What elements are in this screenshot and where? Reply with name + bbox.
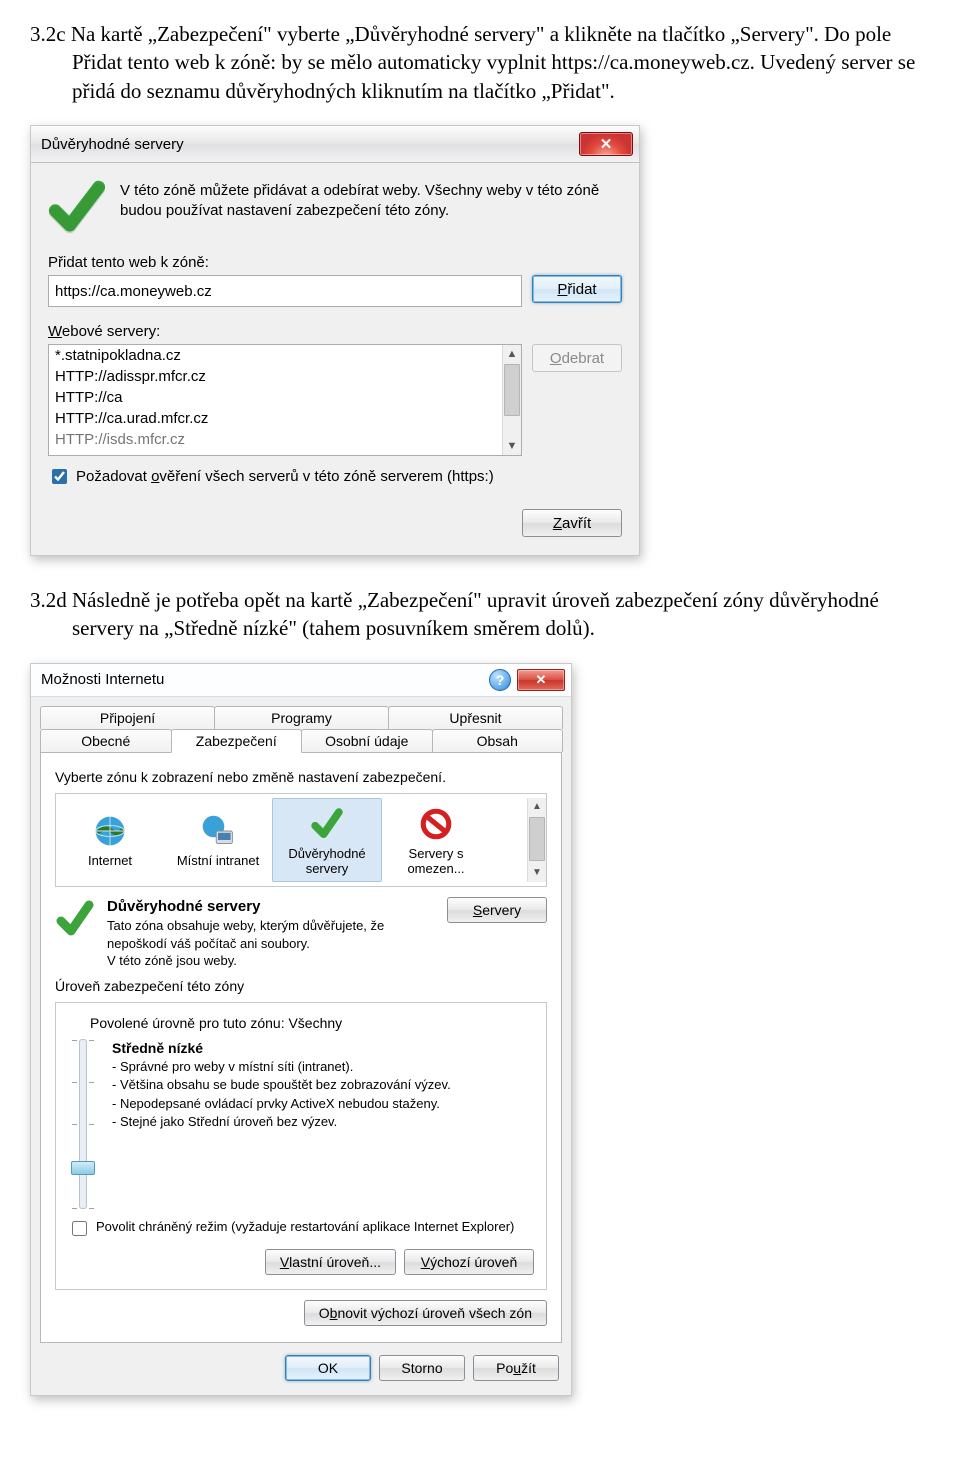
list-item[interactable]: HTTP://adisspr.mfcr.cz — [49, 366, 521, 387]
custom-level-button[interactable]: Vlastní úroveň... — [265, 1249, 396, 1275]
scroll-up-icon[interactable]: ▲ — [528, 798, 546, 816]
checkbox-label: Požadovat ověření všech serverů v této z… — [76, 468, 494, 485]
tab-advanced[interactable]: Upřesnit — [388, 706, 563, 729]
dialog-description: V této zóně můžete přidávat a odebírat w… — [120, 178, 622, 236]
scroll-thumb[interactable] — [504, 364, 520, 416]
titlebar[interactable]: Důvěryhodné servery ✕ — [31, 126, 639, 163]
level-box: Povolené úrovně pro tuto zónu: Všechny — [55, 1002, 547, 1290]
require-https-checkbox[interactable]: Požadovat ověření všech serverů v této z… — [48, 466, 622, 487]
scroll-down-icon[interactable]: ▼ — [528, 864, 546, 882]
tab-connections[interactable]: Připojení — [40, 706, 215, 729]
scrollbar[interactable]: ▲ ▼ — [502, 345, 521, 455]
remove-button: Odebrat — [532, 344, 622, 372]
zone-intranet[interactable]: Místní intranet — [164, 798, 272, 882]
tab-security[interactable]: Zabezpečení — [171, 729, 303, 753]
list-item[interactable]: HTTP://ca — [49, 387, 521, 408]
restricted-icon — [416, 804, 456, 844]
tab-general[interactable]: Obecné — [40, 729, 172, 752]
security-panel: Vyberte zónu k zobrazení nebo změně nast… — [40, 752, 562, 1343]
scroll-thumb[interactable] — [529, 817, 545, 861]
dialog-title: Důvěryhodné servery — [41, 136, 184, 153]
dialog-footer: OK Storno Použít — [31, 1343, 571, 1395]
internet-options-dialog: Možnosti Internetu ? ✕ Připojení Program… — [30, 663, 572, 1396]
checkbox-input[interactable] — [52, 469, 67, 484]
zone-strip[interactable]: Internet Místní intranet Důvěryhodné ser… — [55, 793, 547, 887]
checkbox-label: Povolit chráněný režim (vyžaduje restart… — [96, 1219, 514, 1234]
zone-description: Důvěryhodné servery Tato zóna obsahuje w… — [107, 897, 437, 970]
checkbox-input[interactable] — [72, 1221, 87, 1236]
default-level-button[interactable]: Výchozí úroveň — [404, 1249, 534, 1275]
ok-button[interactable]: OK — [285, 1355, 371, 1381]
security-slider[interactable] — [68, 1039, 98, 1209]
add-web-input[interactable] — [48, 275, 522, 307]
tab-content[interactable]: Obsah — [432, 729, 564, 752]
list-item[interactable]: HTTP://ca.urad.mfcr.cz — [49, 408, 521, 429]
add-button[interactable]: Přidat — [532, 275, 622, 303]
level-description: Středně nízké - Správné pro weby v místn… — [112, 1039, 534, 1209]
scrollbar[interactable]: ▲ ▼ — [527, 798, 546, 882]
trusted-sites-dialog: Důvěryhodné servery ✕ V této zóně můžete… — [30, 125, 640, 556]
tab-privacy[interactable]: Osobní údaje — [301, 729, 433, 752]
tabs-top-row: Připojení Programy Upřesnit — [40, 706, 562, 729]
apply-button[interactable]: Použít — [473, 1355, 559, 1381]
list-item[interactable]: HTTP://isds.mfcr.cz — [49, 429, 521, 450]
scroll-down-icon[interactable]: ▼ — [503, 437, 521, 455]
checkmark-icon — [48, 178, 106, 236]
tab-programs[interactable]: Programy — [214, 706, 389, 729]
close-dialog-button[interactable]: Zavřít — [522, 509, 622, 537]
protected-mode-checkbox[interactable]: Povolit chráněný režim (vyžaduje restart… — [68, 1219, 534, 1239]
help-icon[interactable]: ? — [489, 669, 511, 691]
slider-thumb[interactable] — [71, 1161, 95, 1175]
close-button[interactable]: ✕ — [517, 669, 565, 691]
zone-trusted[interactable]: Důvěryhodné servery — [272, 798, 382, 882]
add-web-label: Přidat tento web k zóně: — [48, 254, 622, 271]
reset-all-zones-button[interactable]: Obnovit výchozí úroveň všech zón — [304, 1300, 547, 1326]
level-section-label: Úroveň zabezpečení této zóny — [55, 978, 547, 994]
globe-icon — [90, 811, 130, 851]
servers-listbox[interactable]: *.statnipokladna.cz HTTP://adisspr.mfcr.… — [48, 344, 522, 456]
zone-internet[interactable]: Internet — [56, 798, 164, 882]
close-button[interactable]: ✕ — [579, 132, 633, 156]
cancel-button[interactable]: Storno — [379, 1355, 465, 1381]
checkmark-icon — [55, 897, 97, 970]
tabs-bottom-row: Obecné Zabezpečení Osobní údaje Obsah — [40, 729, 562, 752]
instruction-3-2c: 3.2c Na kartě „Zabezpečení" vyberte „Dův… — [30, 20, 930, 105]
servers-button[interactable]: Servery — [447, 897, 547, 923]
dialog-title: Možnosti Internetu — [41, 671, 164, 688]
list-item[interactable]: *.statnipokladna.cz — [49, 345, 521, 366]
servers-list-label: Webové servery: — [48, 323, 622, 340]
intranet-icon — [198, 811, 238, 851]
scroll-up-icon[interactable]: ▲ — [503, 345, 521, 363]
allowed-levels-label: Povolené úrovně pro tuto zónu: Všechny — [90, 1015, 534, 1031]
titlebar[interactable]: Možnosti Internetu ? ✕ — [31, 664, 571, 697]
instruction-3-2d: 3.2d Následně je potřeba opět na kartě „… — [30, 586, 930, 643]
select-zone-label: Vyberte zónu k zobrazení nebo změně nast… — [55, 769, 547, 785]
zone-restricted[interactable]: Servery s omezen... — [382, 798, 490, 882]
checkmark-icon — [307, 804, 347, 844]
